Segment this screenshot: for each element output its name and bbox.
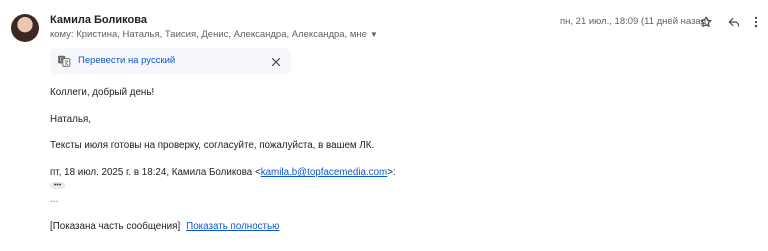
greeting-text: Коллеги, добрый день!	[50, 87, 155, 98]
reply-icon[interactable]	[724, 12, 744, 32]
sender-avatar[interactable]	[11, 14, 39, 42]
message-text: Тексты июля готовы на проверку, согласуй…	[50, 140, 375, 151]
show-full-message-link[interactable]: Показать полностью	[186, 221, 279, 232]
sender-name[interactable]: Камила Боликова	[50, 14, 147, 26]
quote-email-link[interactable]: kamila.b@topfacemedia.com	[261, 167, 387, 178]
message-date: пн, 21 июл., 18:09 (11 дней назад)	[560, 16, 710, 27]
close-icon[interactable]	[270, 55, 282, 67]
quote-header: пт, 18 июл. 2025 г. в 18:24, Камила Боли…	[50, 167, 396, 178]
trimmed-ellipsis: ...	[50, 194, 59, 205]
clipped-message-notice: [Показана часть сообщения] Показать полно…	[50, 221, 280, 232]
show-trimmed-content-button[interactable]: •••	[50, 182, 65, 189]
star-icon[interactable]	[696, 12, 716, 32]
recipients-line[interactable]: кому: Кристина, Наталья, Таисия, Денис, …	[50, 29, 378, 40]
quote-prefix: пт, 18 июл. 2025 г. в 18:24, Камила Боли…	[50, 167, 261, 178]
addressee-text: Наталья,	[50, 114, 91, 125]
translate-icon: G	[57, 54, 71, 68]
caret-down-icon[interactable]: ▼	[370, 30, 378, 39]
clipped-notice-text: [Показана часть сообщения]	[50, 221, 181, 232]
more-vert-icon[interactable]	[746, 12, 766, 32]
translate-link[interactable]: Перевести на русский	[78, 55, 175, 66]
quote-suffix: >:	[387, 167, 396, 178]
translate-bar: G Перевести на русский	[50, 48, 291, 74]
recipients-text: кому: Кристина, Наталья, Таисия, Денис, …	[50, 29, 367, 40]
